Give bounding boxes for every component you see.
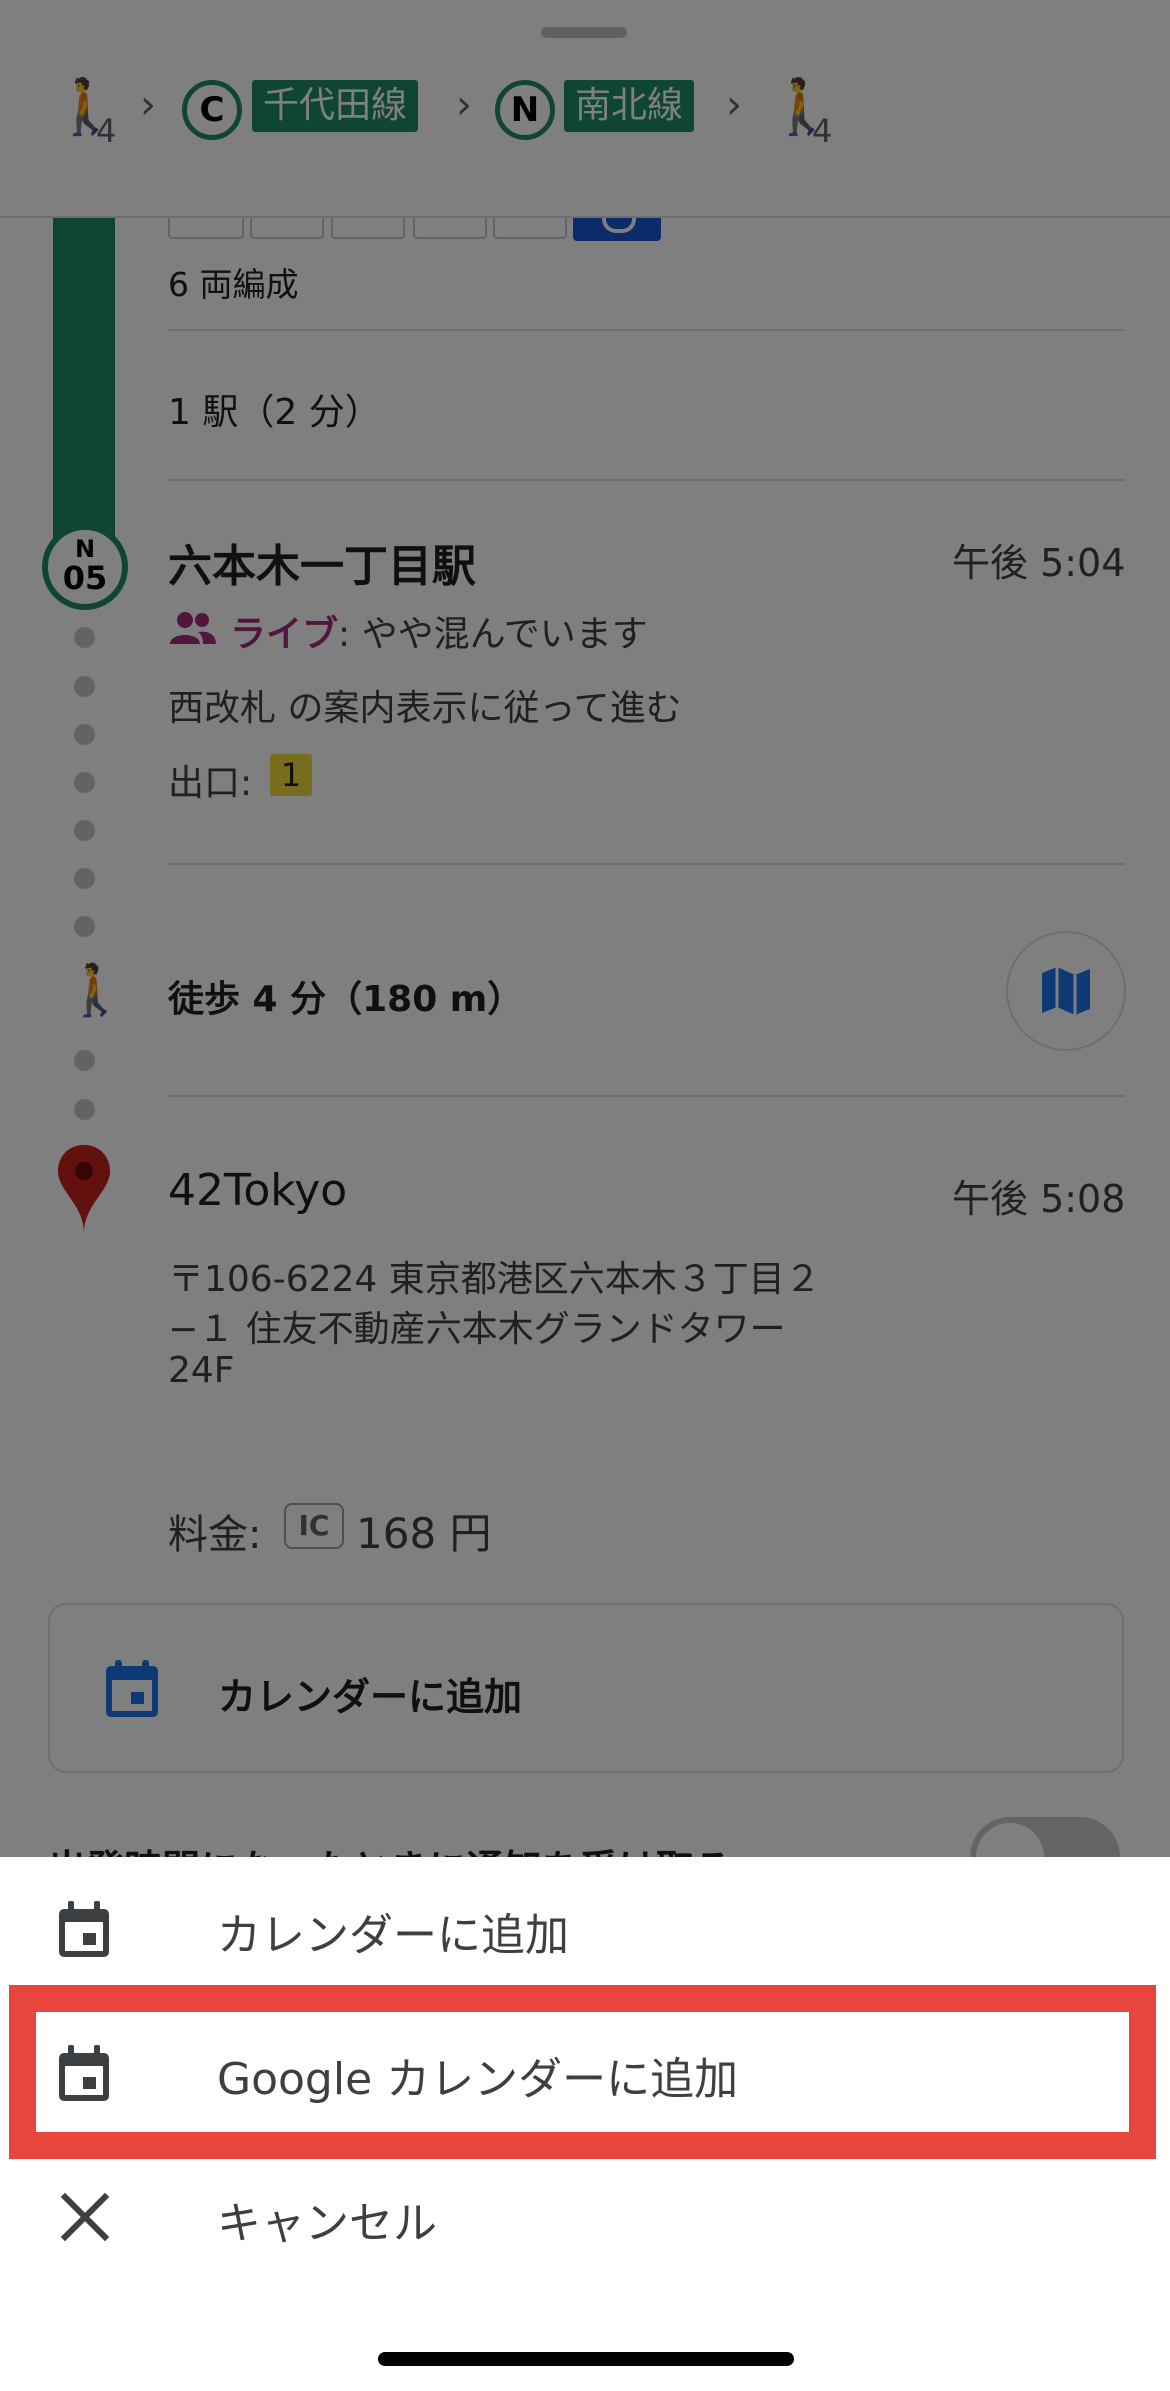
close-icon [60,2192,110,2242]
action-label: キャンセル [217,2198,437,2249]
highlight-annotation [9,1985,1156,2159]
home-indicator[interactable] [378,2352,794,2366]
action-label: カレンダーに追加 [217,1910,569,1961]
action-cancel[interactable]: キャンセル [0,2147,1170,2287]
modal-backdrop[interactable] [0,0,1170,1857]
calendar-icon [59,1901,109,1957]
action-add-to-calendar[interactable]: カレンダーに追加 [0,1859,1170,1999]
